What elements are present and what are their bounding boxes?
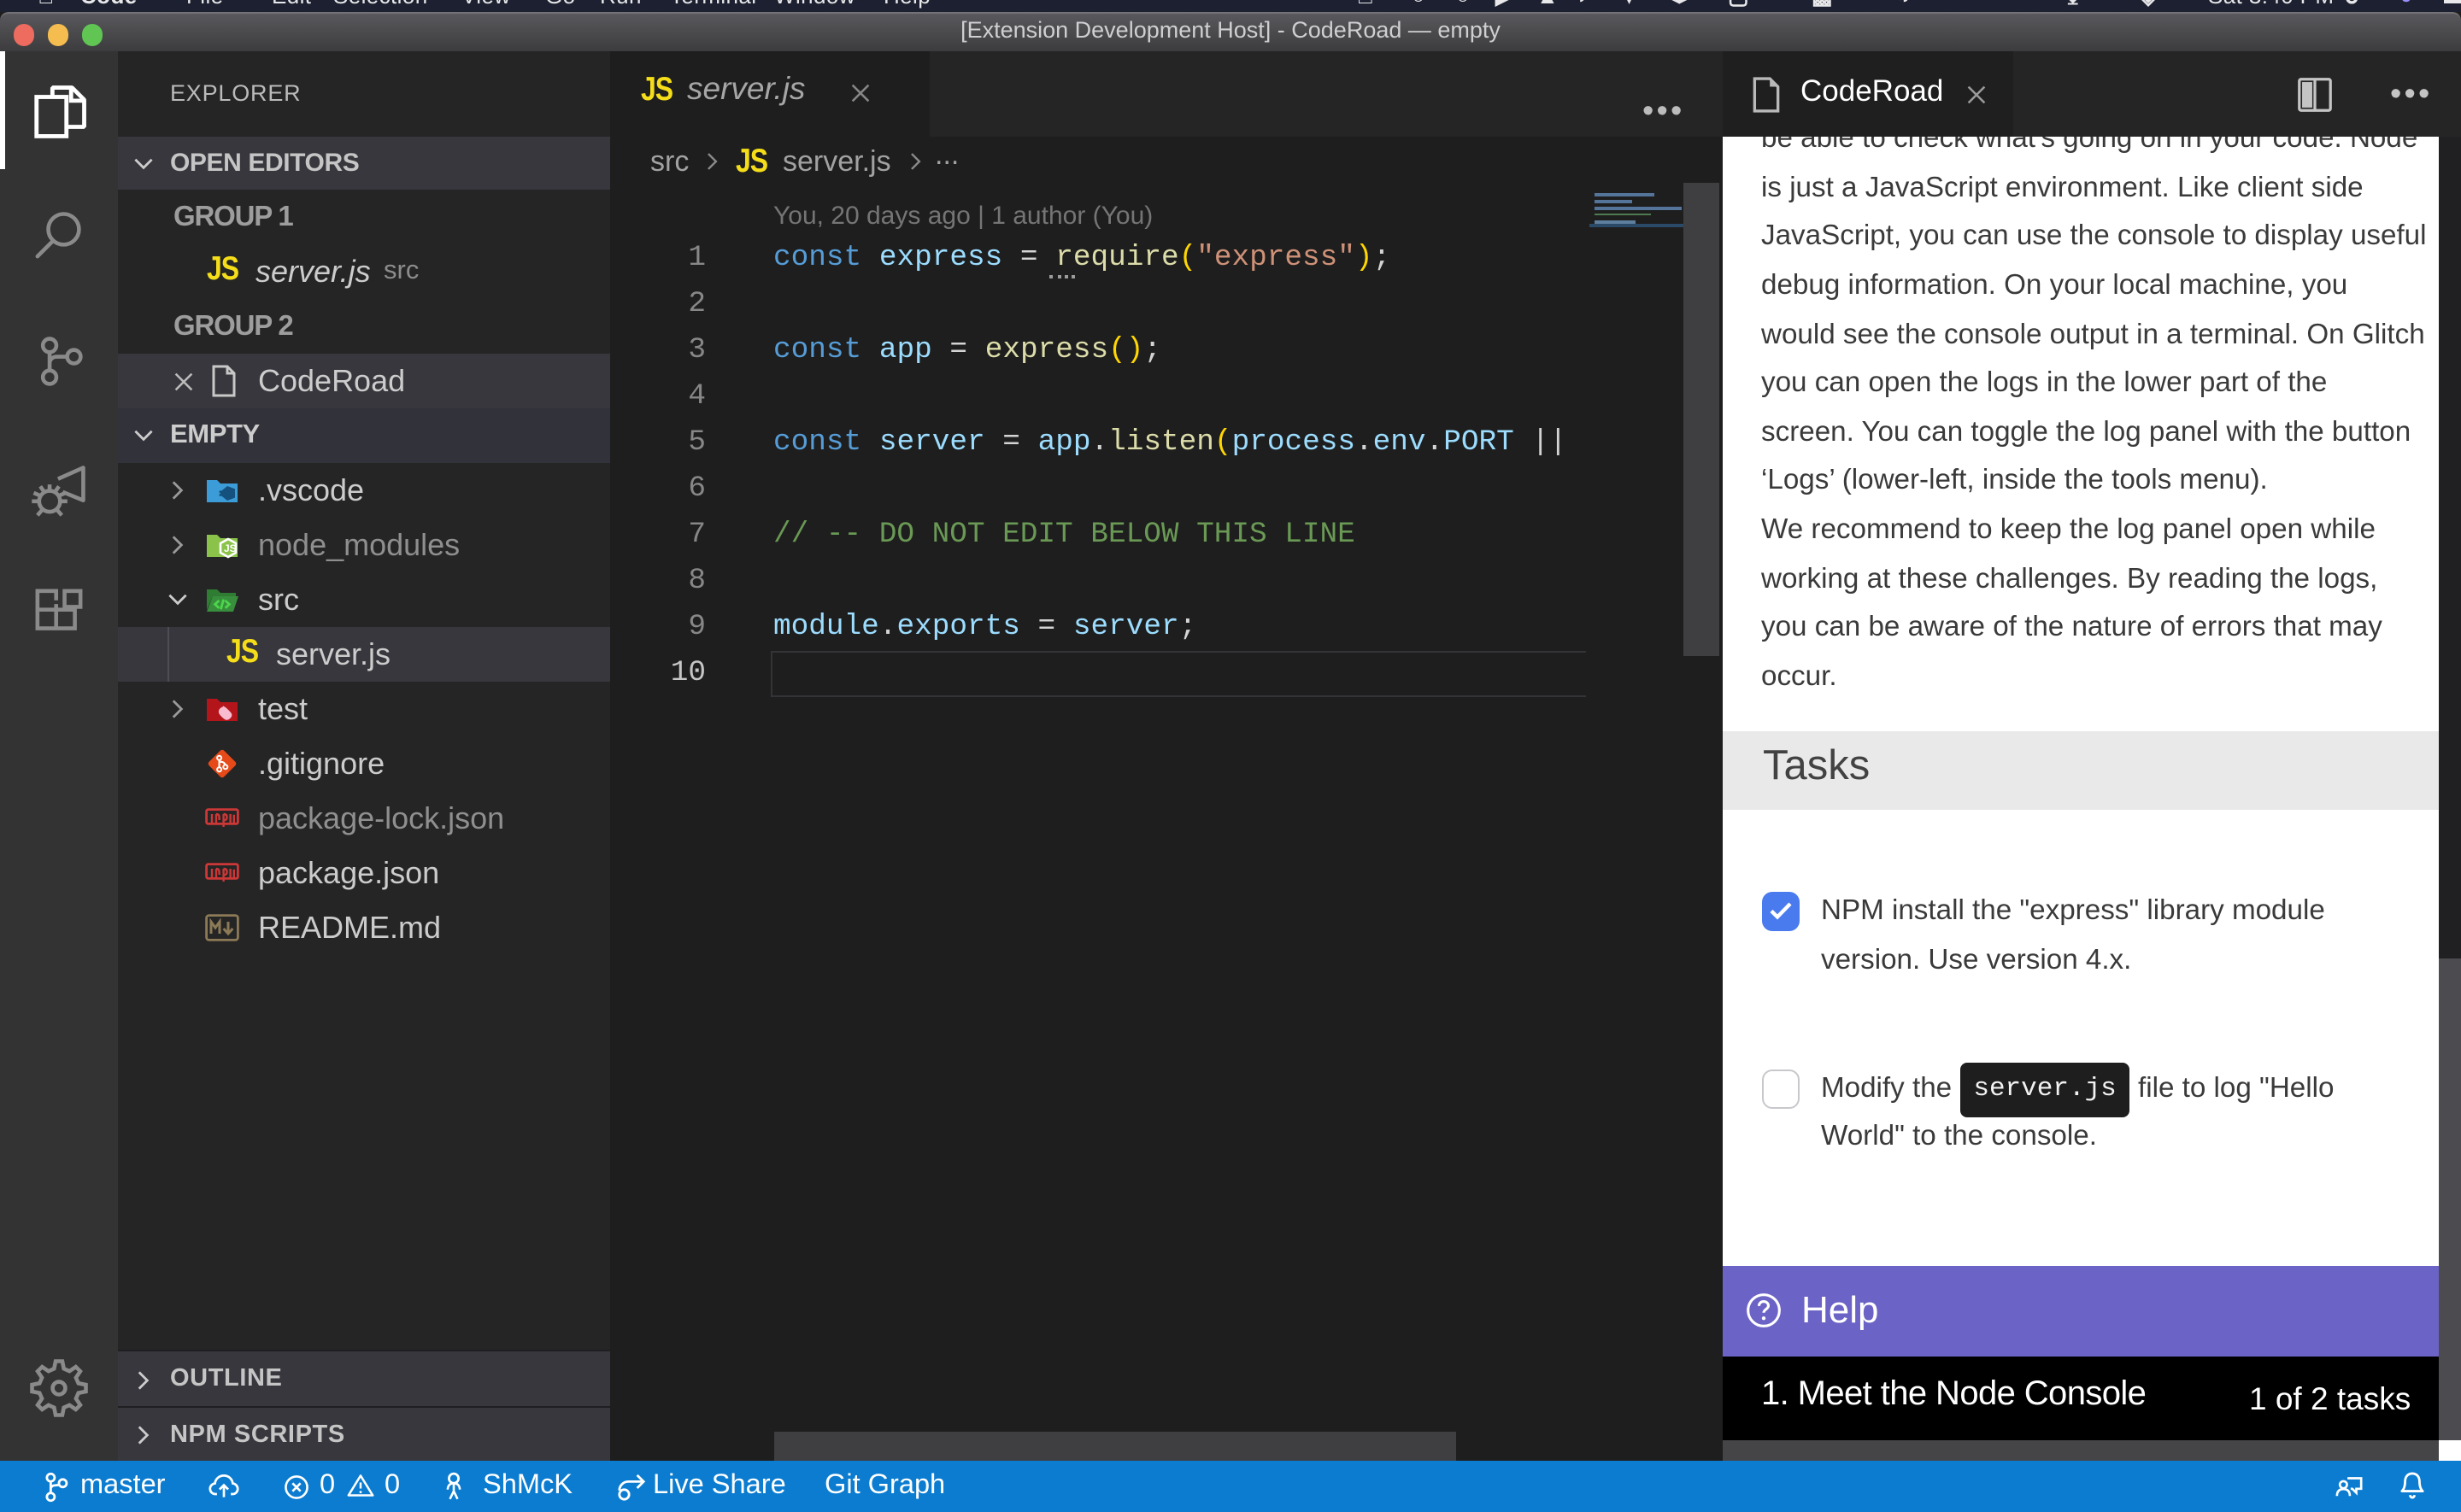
svg-text:JS: JS <box>223 542 236 554</box>
